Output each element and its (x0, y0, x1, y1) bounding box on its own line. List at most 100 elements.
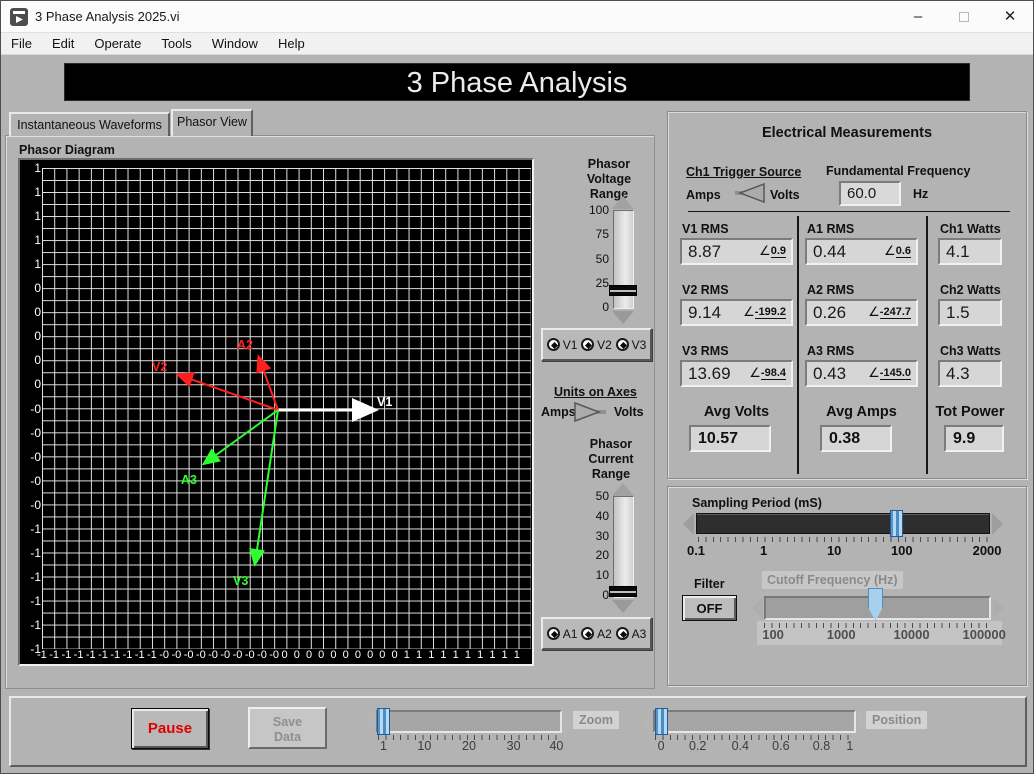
voltage-slider-decrement-arrow[interactable] (612, 311, 634, 324)
voltage-slider-increment-arrow[interactable] (612, 196, 634, 209)
slider-scale-label: 0.2 (689, 739, 706, 753)
y-axis-label: 1 (22, 185, 41, 199)
slider-tick-label: 0 (579, 588, 609, 602)
y-axis-label: -1 (22, 546, 41, 560)
sampling-slider-track[interactable] (696, 513, 990, 534)
radio-dot-icon (620, 342, 627, 349)
current-slider-track[interactable] (613, 496, 634, 598)
zoom-slider-thumb[interactable] (377, 708, 390, 735)
units-switch[interactable] (573, 401, 607, 423)
current-slider-increment-arrow[interactable] (612, 483, 634, 496)
measurement-angle: ∠-98.4 (749, 367, 786, 380)
current-channel-selector: A1A2 A3 (541, 617, 652, 650)
cutoff-slider-scale: 100100010000100000 (764, 627, 991, 643)
sampling-slider-thumb[interactable] (890, 510, 903, 537)
sampling-slider-left-arrow[interactable] (683, 513, 694, 535)
measurement-angle: ∠-247.7 (868, 306, 911, 319)
zoom-slider-track[interactable] (376, 710, 562, 733)
measurement-label-v2-rms: V2 RMS (682, 283, 729, 297)
menu-operate[interactable]: Operate (84, 33, 151, 55)
zoom-slider-scale: 110203040 (376, 739, 562, 754)
trigger-amps-label: Amps (686, 188, 721, 202)
radio-dot-icon (551, 631, 558, 638)
phasor-current-range-label: Phasor Current Range (573, 437, 649, 482)
voltage-slider-thumb[interactable] (609, 285, 637, 296)
measurement-label-a2-rms: A2 RMS (807, 283, 854, 297)
x-axis-label: 1 (514, 649, 520, 661)
menu-file[interactable]: File (1, 33, 42, 55)
position-slider-thumb[interactable] (655, 708, 668, 735)
menu-edit[interactable]: Edit (42, 33, 84, 55)
measurement-label-v1-rms: V1 RMS (682, 222, 729, 236)
y-axis-label: -0 (22, 402, 41, 416)
x-axis-label: 1 (489, 649, 495, 661)
x-axis-label: -1 (147, 649, 157, 661)
current-slider-thumb[interactable] (609, 586, 637, 597)
filter-off-button[interactable]: OFF (682, 595, 737, 621)
units-amps-label: Amps (541, 405, 576, 419)
fundamental-frequency-field[interactable]: 60.0 (839, 181, 901, 206)
phasor-vector-v2 (179, 375, 278, 410)
x-axis-label: -0 (233, 649, 243, 661)
window-title: 3 Phase Analysis 2025.vi (35, 9, 180, 24)
cutoff-slider-left-arrow[interactable] (752, 597, 763, 619)
measurement-label-ch3-watts: Ch3 Watts (940, 344, 1001, 358)
voltage-radio-v2[interactable]: V2 (581, 338, 612, 352)
x-axis-label: -0 (245, 649, 255, 661)
x-axis-label: -1 (49, 649, 59, 661)
slider-scale-label: 0 (658, 739, 665, 753)
y-axis-label: 1 (22, 209, 41, 223)
measurement-value: 9.14 (688, 303, 721, 323)
position-slider-left-arrow[interactable] (641, 711, 652, 733)
menu-help[interactable]: Help (268, 33, 315, 55)
current-radio-a3[interactable]: A3 (616, 627, 647, 641)
slider-scale-label: 30 (507, 739, 521, 753)
menu-tools[interactable]: Tools (151, 33, 201, 55)
fundamental-frequency-label: Fundamental Frequency (826, 164, 970, 178)
sampling-period-label: Sampling Period (mS) (692, 496, 822, 510)
close-button[interactable]: ✕ (987, 1, 1033, 33)
y-axis-label: 0 (22, 353, 41, 367)
y-axis-label: 0 (22, 305, 41, 319)
phasor-diagram-label: Phasor Diagram (19, 143, 115, 157)
measurement-label-a1-rms: A1 RMS (807, 222, 854, 236)
x-axis-label: 1 (465, 649, 471, 661)
measurement-field-a3-rms: 0.43∠-145.0 (805, 360, 918, 387)
x-axis-label: 1 (453, 649, 459, 661)
sampling-slider-right-arrow[interactable] (992, 513, 1003, 535)
tab-instantaneous-waveforms[interactable]: Instantaneous Waveforms (9, 112, 170, 136)
voltage-radio-v3[interactable]: V3 (616, 338, 647, 352)
y-axis-label: -0 (22, 426, 41, 440)
position-slider-track[interactable] (653, 710, 856, 733)
measurement-value: 0.43 (813, 364, 846, 384)
radio-dot-icon (551, 342, 558, 349)
measurement-value: 1.5 (946, 303, 970, 323)
minimize-button[interactable]: – (895, 1, 941, 33)
menu-window[interactable]: Window (202, 33, 268, 55)
measurement-field-ch1-watts: 4.1 (938, 238, 1002, 265)
trigger-source-switch[interactable] (732, 182, 768, 204)
radio-icon (616, 627, 629, 640)
divider (688, 211, 1010, 212)
x-axis-label: -1 (123, 649, 133, 661)
measurement-field-v3-rms: 13.69∠-98.4 (680, 360, 793, 387)
voltage-radio-v1[interactable]: V1 (547, 338, 578, 352)
current-radio-a2[interactable]: A2 (581, 627, 612, 641)
phasor-vector-v3 (255, 410, 278, 563)
save-data-button[interactable]: Save Data (248, 707, 327, 749)
tab-phasor-view[interactable]: Phasor View (171, 109, 253, 136)
x-axis-label: -0 (159, 649, 169, 661)
pause-button[interactable]: Pause (131, 708, 209, 749)
divider (926, 216, 928, 474)
x-axis-label: -0 (196, 649, 206, 661)
current-slider-decrement-arrow[interactable] (612, 600, 634, 613)
y-axis-label: -0 (22, 474, 41, 488)
phasor-vector-a2 (259, 358, 278, 410)
banner-title: 3 Phase Analysis (64, 63, 970, 101)
x-axis-label: -0 (220, 649, 230, 661)
cutoff-slider-right-arrow[interactable] (993, 597, 1004, 619)
phasor-voltage-range-label: Phasor Voltage Range (573, 157, 645, 202)
zoom-slider-left-arrow[interactable] (364, 711, 375, 733)
maximize-button[interactable] (941, 1, 987, 33)
current-radio-a1[interactable]: A1 (547, 627, 578, 641)
